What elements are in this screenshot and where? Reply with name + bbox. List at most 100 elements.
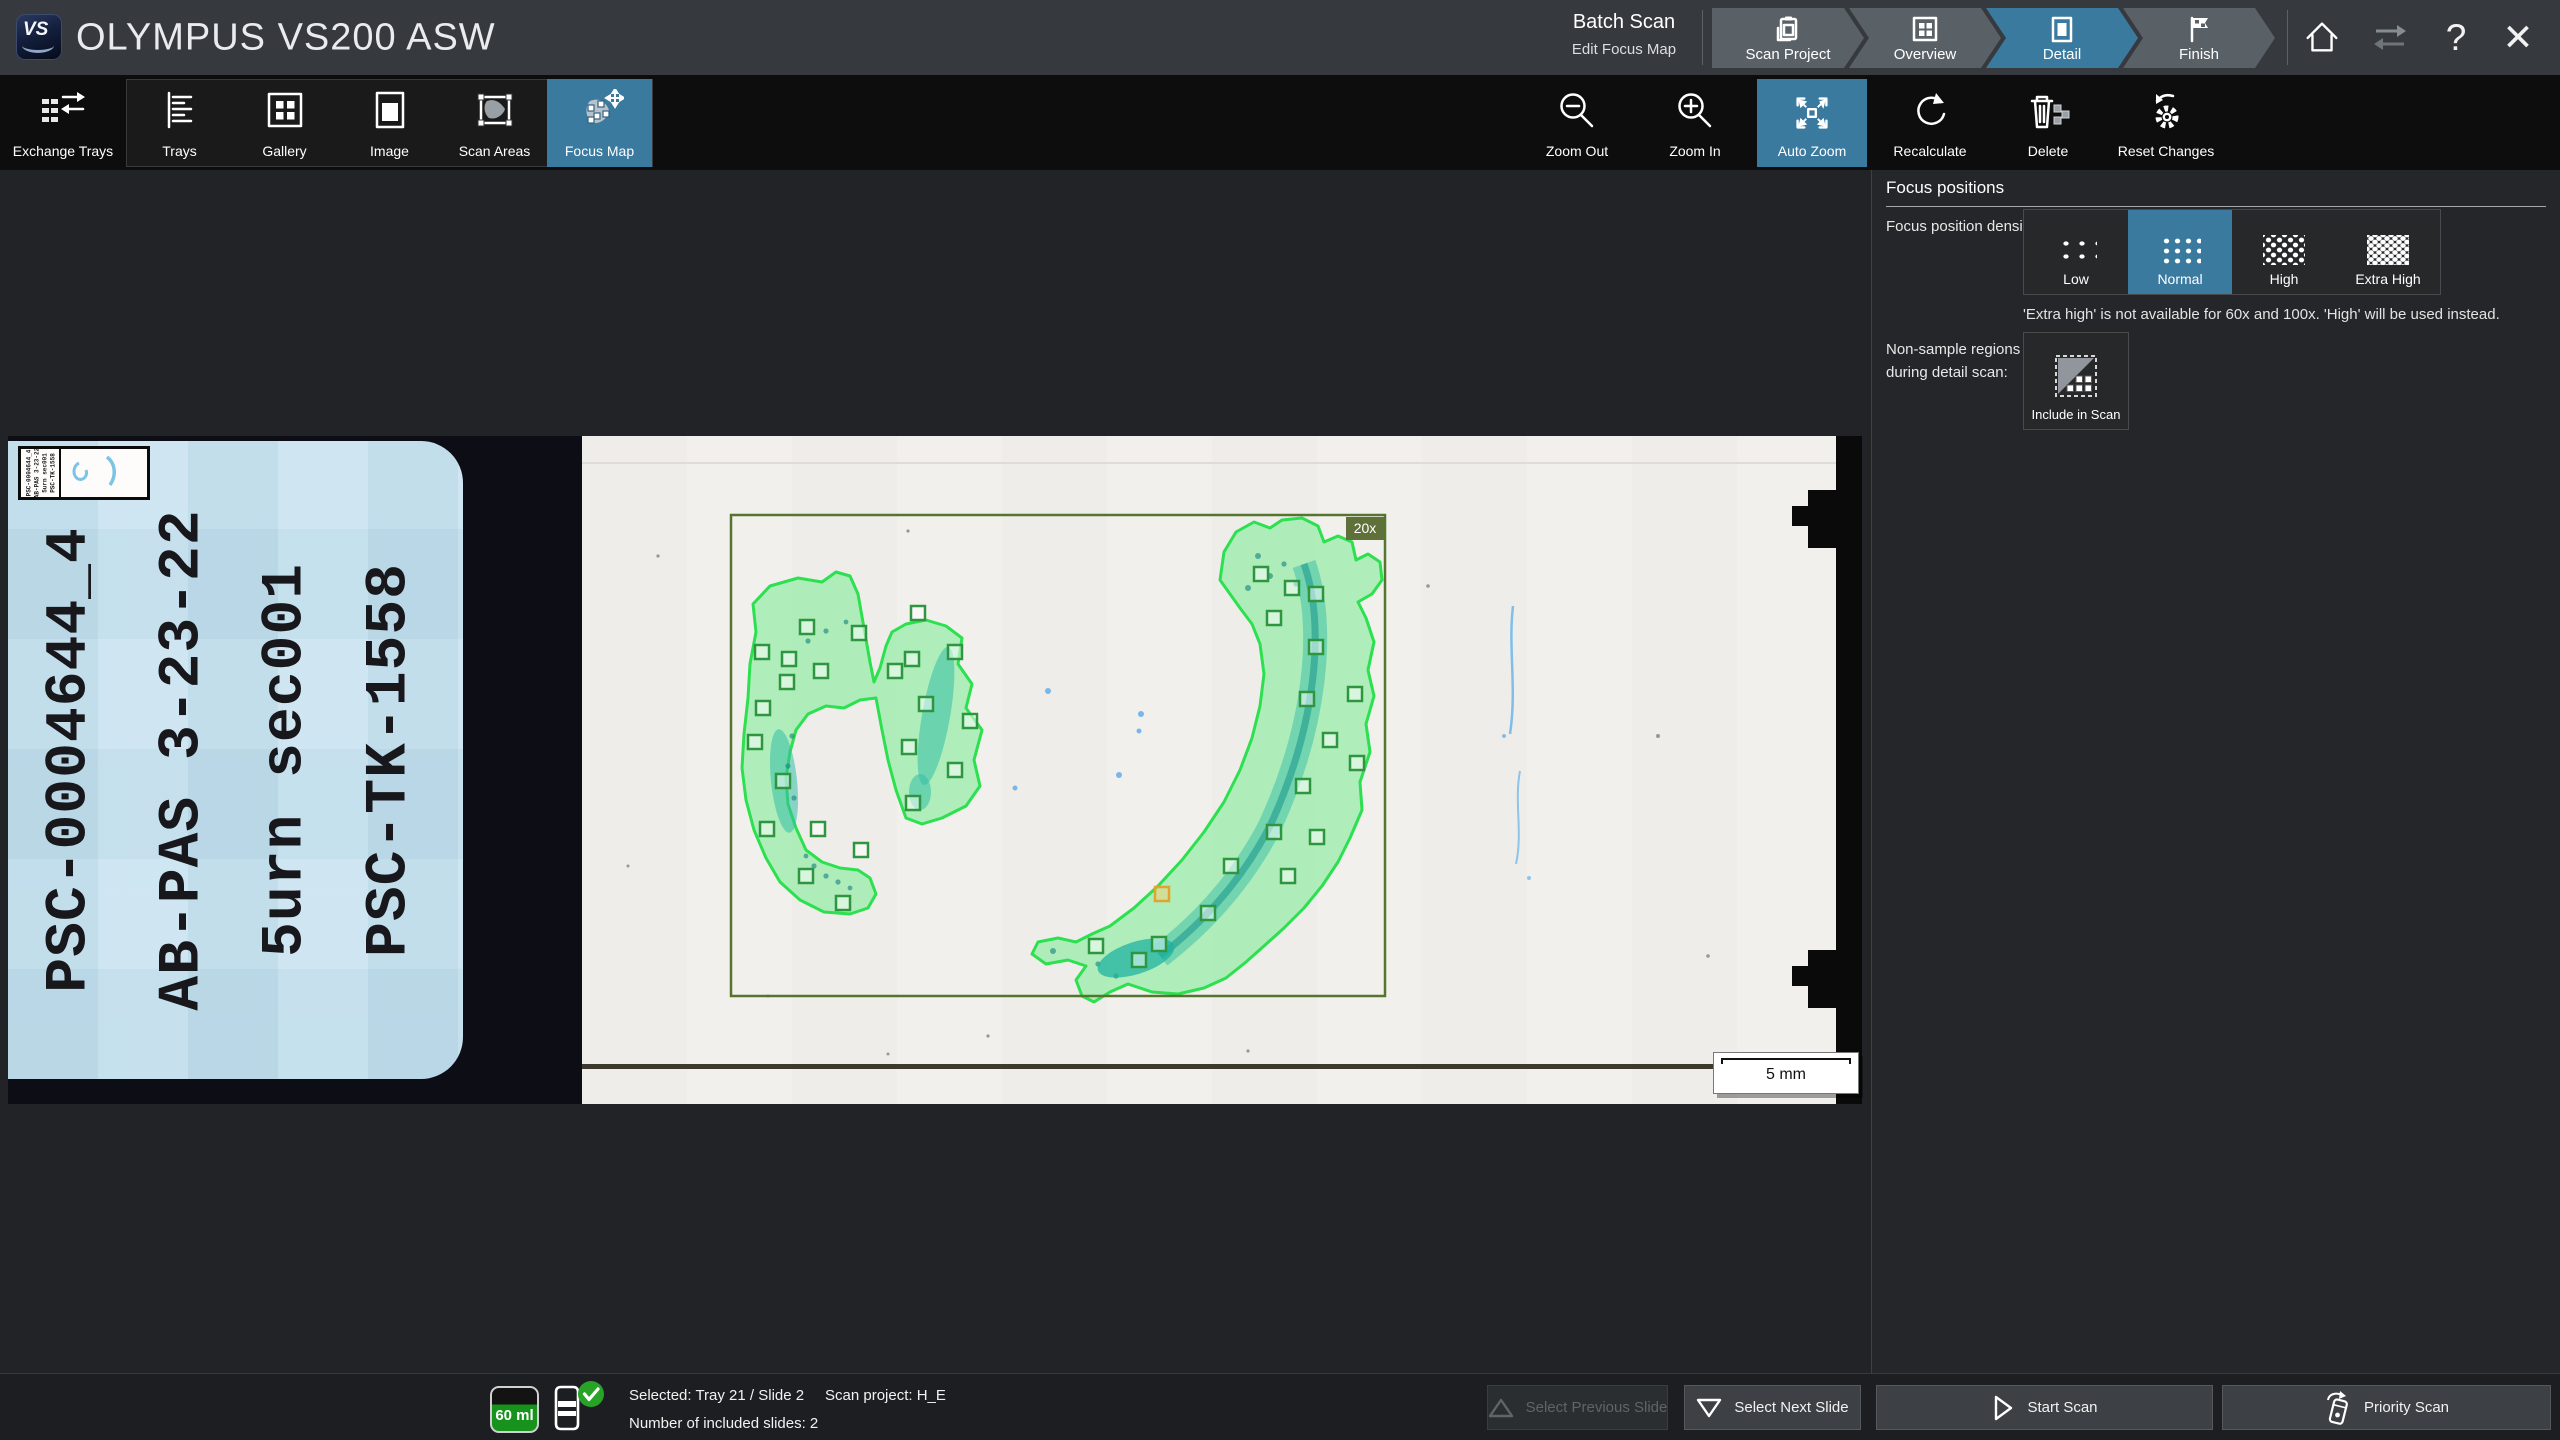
view-focus-map-button[interactable]: Focus Map [547, 79, 652, 167]
step-finish[interactable]: Finish [2123, 8, 2275, 68]
step-detail[interactable]: Detail [1986, 8, 2138, 68]
viewer-canvas[interactable]: PSC-0004644_4 AB-PAS 3-23-22 5urn sec001… [0, 170, 1870, 1373]
toolbar-button-label: Gallery [262, 143, 306, 159]
reset-changes-icon [2143, 89, 2189, 133]
include-in-scan-label: Include in Scan [2032, 407, 2121, 422]
home-button[interactable] [2300, 12, 2344, 62]
zoom-out-button[interactable]: Zoom Out [1522, 79, 1632, 167]
exchange-trays-icon [39, 89, 87, 135]
toolbar-button-label: Recalculate [1893, 143, 1966, 159]
density-label: Focus position density: [1886, 218, 2039, 235]
mode-block: Batch Scan Edit Focus Map [1552, 11, 1696, 58]
header-divider [2287, 10, 2288, 65]
view-trays-button[interactable]: Trays [127, 79, 232, 167]
toolbar-button-label: Delete [2028, 143, 2068, 159]
scan-project-text: Scan project: H_E [825, 1387, 946, 1404]
button-label: Start Scan [2027, 1399, 2097, 1416]
select-previous-slide-button[interactable]: Select Previous Slide [1487, 1385, 1668, 1430]
zoom-out-icon [1555, 89, 1599, 133]
app-logo: VS [16, 14, 62, 60]
density-option-high[interactable]: High [2232, 210, 2336, 294]
density-high-icon [2263, 235, 2305, 265]
triangle-up-icon [1488, 1396, 1514, 1420]
delete-icon [2024, 89, 2072, 133]
detail-icon [2047, 14, 2077, 44]
recalculate-icon [1908, 89, 1952, 133]
triangle-down-icon [1696, 1396, 1722, 1420]
check-icon [577, 1380, 605, 1408]
auto-zoom-button[interactable]: Auto Zoom [1757, 79, 1867, 167]
density-option-label: Extra High [2355, 271, 2420, 287]
toolbar-button-label: Reset Changes [2118, 143, 2215, 159]
close-button[interactable]: ✕ [2496, 12, 2540, 62]
logo-swoosh-icon [22, 38, 54, 53]
exchange-trays-button[interactable]: Exchange Trays [6, 79, 120, 167]
density-option-label: Normal [2157, 271, 2202, 287]
density-option-extra-high[interactable]: Extra High [2336, 210, 2440, 294]
app-window: VS OLYMPUS VS200 ASW Batch Scan Edit Foc… [0, 0, 2560, 1440]
close-glyph: ✕ [2502, 19, 2533, 56]
panel-title: Focus positions [1886, 178, 2004, 198]
step-label: Scan Project [1745, 46, 1830, 63]
status-bar: 60 ml Selected: Tray 21 / Slide 2 Scan p… [0, 1373, 2560, 1440]
zoom-in-icon [1673, 89, 1717, 133]
toolbar-button-label: Zoom Out [1546, 143, 1608, 159]
toolbar-button-label: Focus Map [565, 143, 634, 159]
density-option-label: Low [2063, 271, 2089, 287]
scan-overlay [8, 436, 1862, 1104]
header-divider [1702, 10, 1703, 65]
include-in-scan-icon [2053, 353, 2099, 399]
scale-bar-line [1721, 1058, 1851, 1064]
zoom-in-button[interactable]: Zoom In [1640, 79, 1750, 167]
step-overview[interactable]: Overview [1849, 8, 2001, 68]
density-option-normal[interactable]: Normal [2128, 210, 2232, 294]
priority-scan-button[interactable]: Priority Scan [2222, 1385, 2551, 1430]
select-next-slide-button[interactable]: Select Next Slide [1684, 1385, 1861, 1430]
toolbar-button-label: Scan Areas [459, 143, 531, 159]
step-scan-project[interactable]: Scan Project [1712, 8, 1864, 68]
toolbar: Exchange Trays Trays [0, 75, 2560, 170]
scan-project-icon [1773, 14, 1803, 44]
density-note: 'Extra high' is not available for 60x an… [2023, 306, 2500, 323]
start-scan-button[interactable]: Start Scan [1876, 1385, 2213, 1430]
auto-zoom-icon [1788, 89, 1836, 137]
finish-flag-icon [2184, 14, 2214, 44]
delete-button[interactable]: Delete [1993, 79, 2103, 167]
trays-icon [160, 89, 200, 131]
scale-bar: 5 mm [1713, 1052, 1859, 1094]
nonsample-label-line1: Non-sample regions [1886, 338, 2020, 361]
nonsample-label-line2: during detail scan: [1886, 361, 2020, 384]
included-slides-text: Number of included slides: 2 [629, 1415, 818, 1432]
priority-scan-icon [2324, 1391, 2352, 1425]
selected-slide-text: Selected: Tray 21 / Slide 2 [629, 1387, 804, 1404]
view-gallery-button[interactable]: Gallery [232, 79, 337, 167]
step-label: Overview [1894, 46, 1957, 63]
density-option-low[interactable]: Low [2024, 210, 2128, 294]
reset-changes-button[interactable]: Reset Changes [2100, 79, 2232, 167]
toolbar-button-label: Image [370, 143, 409, 159]
button-label: Select Next Slide [1734, 1399, 1848, 1416]
density-option-label: High [2270, 271, 2299, 287]
button-label: Select Previous Slide [1526, 1399, 1668, 1416]
toolbar-button-label: Auto Zoom [1778, 143, 1846, 159]
nonsample-label: Non-sample regions during detail scan: [1886, 338, 2020, 384]
image-icon [369, 89, 411, 131]
include-in-scan-button[interactable]: Include in Scan [2023, 332, 2129, 430]
gallery-icon [264, 89, 306, 131]
scale-bar-label: 5 mm [1714, 1066, 1858, 1084]
recalculate-button[interactable]: Recalculate [1875, 79, 1985, 167]
toolbar-button-label: Trays [162, 143, 196, 159]
volume-indicator: 60 ml [490, 1386, 539, 1433]
title-bar: VS OLYMPUS VS200 ASW Batch Scan Edit Foc… [0, 0, 2560, 75]
help-glyph: ? [2446, 19, 2467, 56]
mode-subtitle: Edit Focus Map [1552, 41, 1696, 58]
slide-image[interactable]: PSC-0004644_4 AB-PAS 3-23-22 5urn sec001… [8, 436, 1862, 1104]
panel-rule [1886, 206, 2546, 207]
step-label: Detail [2043, 46, 2081, 63]
play-icon [1991, 1394, 2015, 1422]
view-scan-areas-button[interactable]: Scan Areas [442, 79, 547, 167]
density-extra-high-icon [2367, 235, 2409, 265]
transfer-icon[interactable] [2368, 12, 2412, 62]
view-image-button[interactable]: Image [337, 79, 442, 167]
help-button[interactable]: ? [2434, 12, 2478, 62]
